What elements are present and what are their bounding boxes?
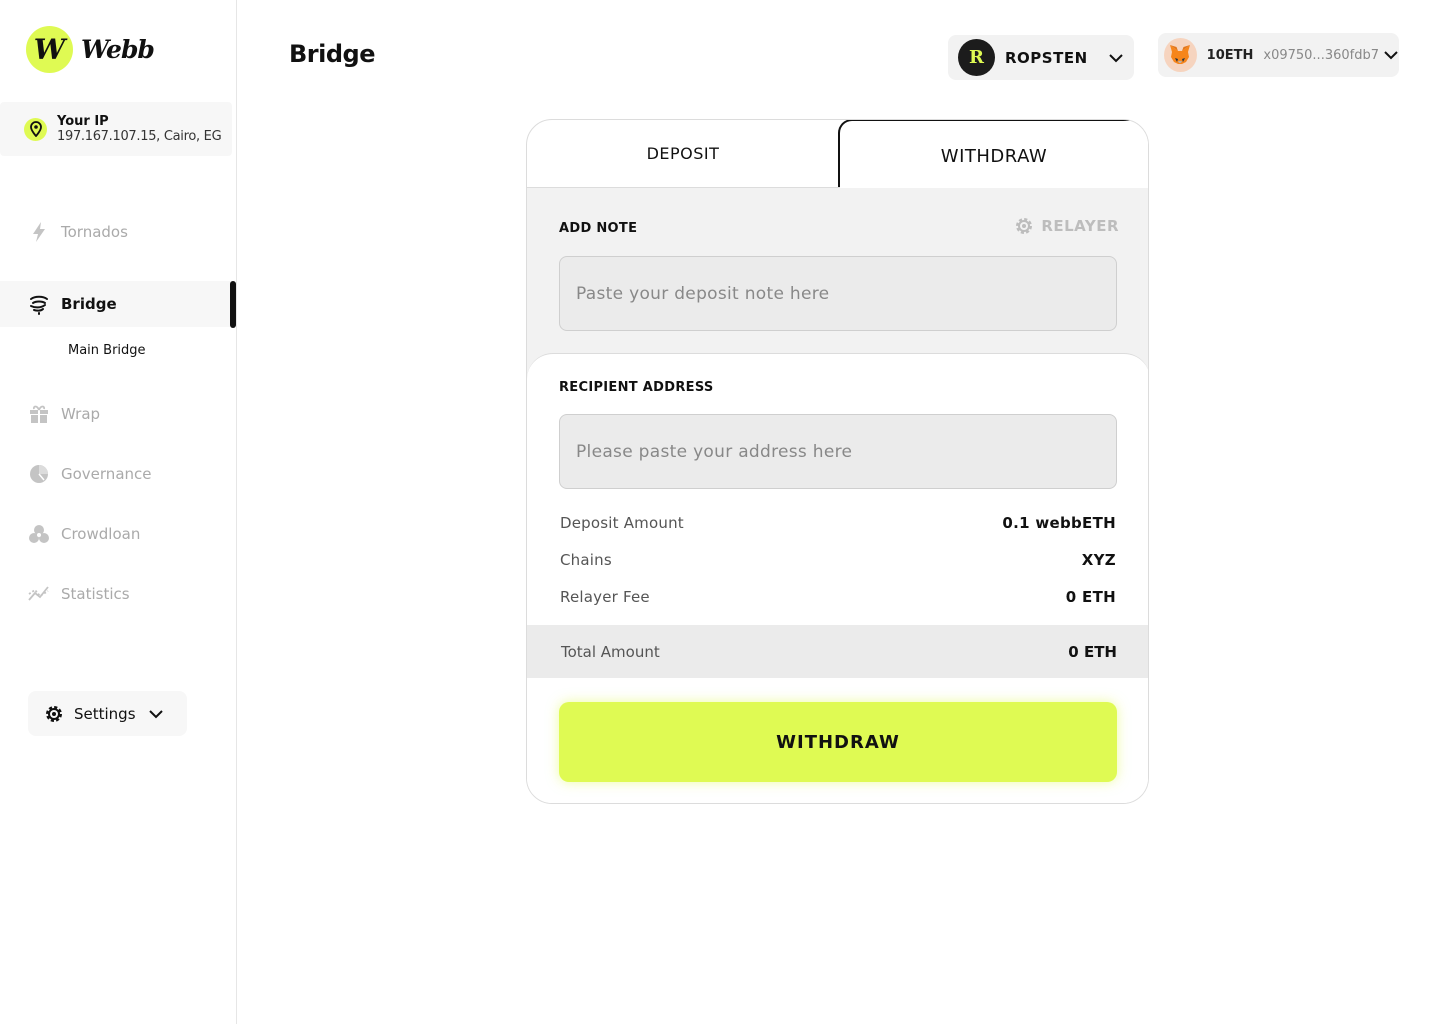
relayer-fee-row: Relayer Fee 0 ETH <box>560 588 1116 606</box>
sidebar-item-label: Crowdloan <box>61 525 141 543</box>
recipient-address-input[interactable] <box>559 414 1117 489</box>
sidebar-item-governance[interactable]: Governance <box>0 451 237 497</box>
sidebar: W Webb Your IP 197.167.107.15, Cairo, EG… <box>0 0 237 1024</box>
network-name: ROPSTEN <box>1005 48 1088 67</box>
add-note-label: ADD NOTE <box>559 221 638 236</box>
wallet-address: x09750...360fdb7 <box>1263 47 1379 63</box>
sidebar-item-statistics[interactable]: Statistics <box>0 571 237 617</box>
tab-withdraw[interactable]: WITHDRAW <box>838 120 1148 188</box>
sidebar-item-label: Bridge <box>61 295 117 313</box>
wallet-balance: 10ETH <box>1206 47 1254 63</box>
chains-row: Chains XYZ <box>560 551 1116 569</box>
gear-icon <box>1014 216 1034 236</box>
relayer-fee-label: Relayer Fee <box>560 588 650 606</box>
metamask-fox-icon <box>1164 38 1197 72</box>
recipient-address-label: RECIPIENT ADDRESS <box>559 380 714 395</box>
sidebar-item-tornados[interactable]: Tornados <box>0 209 237 255</box>
chevron-down-icon <box>148 709 164 719</box>
wallet-selector[interactable]: 10ETH x09750...360fdb7 <box>1158 33 1399 77</box>
sidebar-item-label: Statistics <box>61 585 130 603</box>
sidebar-item-crowdloan[interactable]: Crowdloan <box>0 511 237 557</box>
bridge-icon <box>28 293 50 315</box>
sidebar-item-label: Governance <box>61 465 152 483</box>
total-amount-value: 0 ETH <box>1068 642 1117 661</box>
total-amount-label: Total Amount <box>561 642 660 661</box>
ropsten-network-icon: R <box>958 39 995 76</box>
sidebar-subitem-main-bridge[interactable]: Main Bridge <box>68 343 146 358</box>
chains-value: XYZ <box>1081 551 1116 569</box>
gear-icon <box>43 703 65 725</box>
sidebar-item-wrap[interactable]: Wrap <box>0 391 237 437</box>
page-title: Bridge <box>289 40 376 68</box>
ip-value: 197.167.107.15, Cairo, EG <box>57 128 222 144</box>
gift-icon <box>28 403 50 425</box>
bridge-card: DEPOSIT WITHDRAW ADD NOTE RELAYER RECIPI… <box>526 119 1149 804</box>
lightning-icon <box>28 221 50 243</box>
coins-icon <box>28 523 50 545</box>
relayer-label: RELAYER <box>1041 217 1119 235</box>
line-chart-icon <box>28 583 50 605</box>
deposit-amount-label: Deposit Amount <box>560 514 684 532</box>
pie-chart-icon <box>28 463 50 485</box>
chevron-down-icon <box>1383 50 1399 60</box>
sidebar-item-label: Wrap <box>61 405 101 423</box>
relayer-button[interactable]: RELAYER <box>1014 216 1119 236</box>
tab-bar: DEPOSIT WITHDRAW <box>527 120 1148 188</box>
withdraw-button[interactable]: WITHDRAW <box>559 702 1117 782</box>
deposit-amount-row: Deposit Amount 0.1 webbETH <box>560 514 1116 532</box>
recipient-section: RECIPIENT ADDRESS Deposit Amount 0.1 web… <box>527 353 1148 803</box>
sidebar-item-bridge[interactable]: Bridge <box>0 281 235 327</box>
deposit-note-input[interactable] <box>559 256 1117 331</box>
relayer-fee-value: 0 ETH <box>1065 588 1116 606</box>
webb-logo[interactable]: W Webb <box>26 26 155 73</box>
settings-label: Settings <box>74 704 136 723</box>
settings-button[interactable]: Settings <box>28 691 187 736</box>
total-amount-row: Total Amount 0 ETH <box>527 625 1148 678</box>
deposit-amount-value: 0.1 webbETH <box>1002 514 1116 532</box>
tab-deposit[interactable]: DEPOSIT <box>527 120 839 188</box>
chains-label: Chains <box>560 551 612 569</box>
logo-mark-icon: W <box>26 26 73 73</box>
sidebar-item-label: Tornados <box>61 223 128 241</box>
ip-info-box: Your IP 197.167.107.15, Cairo, EG <box>0 102 232 156</box>
logo-text: Webb <box>81 35 155 64</box>
chevron-down-icon <box>1108 53 1124 63</box>
location-pin-icon <box>24 117 47 141</box>
ip-title: Your IP <box>57 113 109 129</box>
active-indicator <box>230 281 236 328</box>
network-selector[interactable]: R ROPSTEN <box>948 35 1134 80</box>
